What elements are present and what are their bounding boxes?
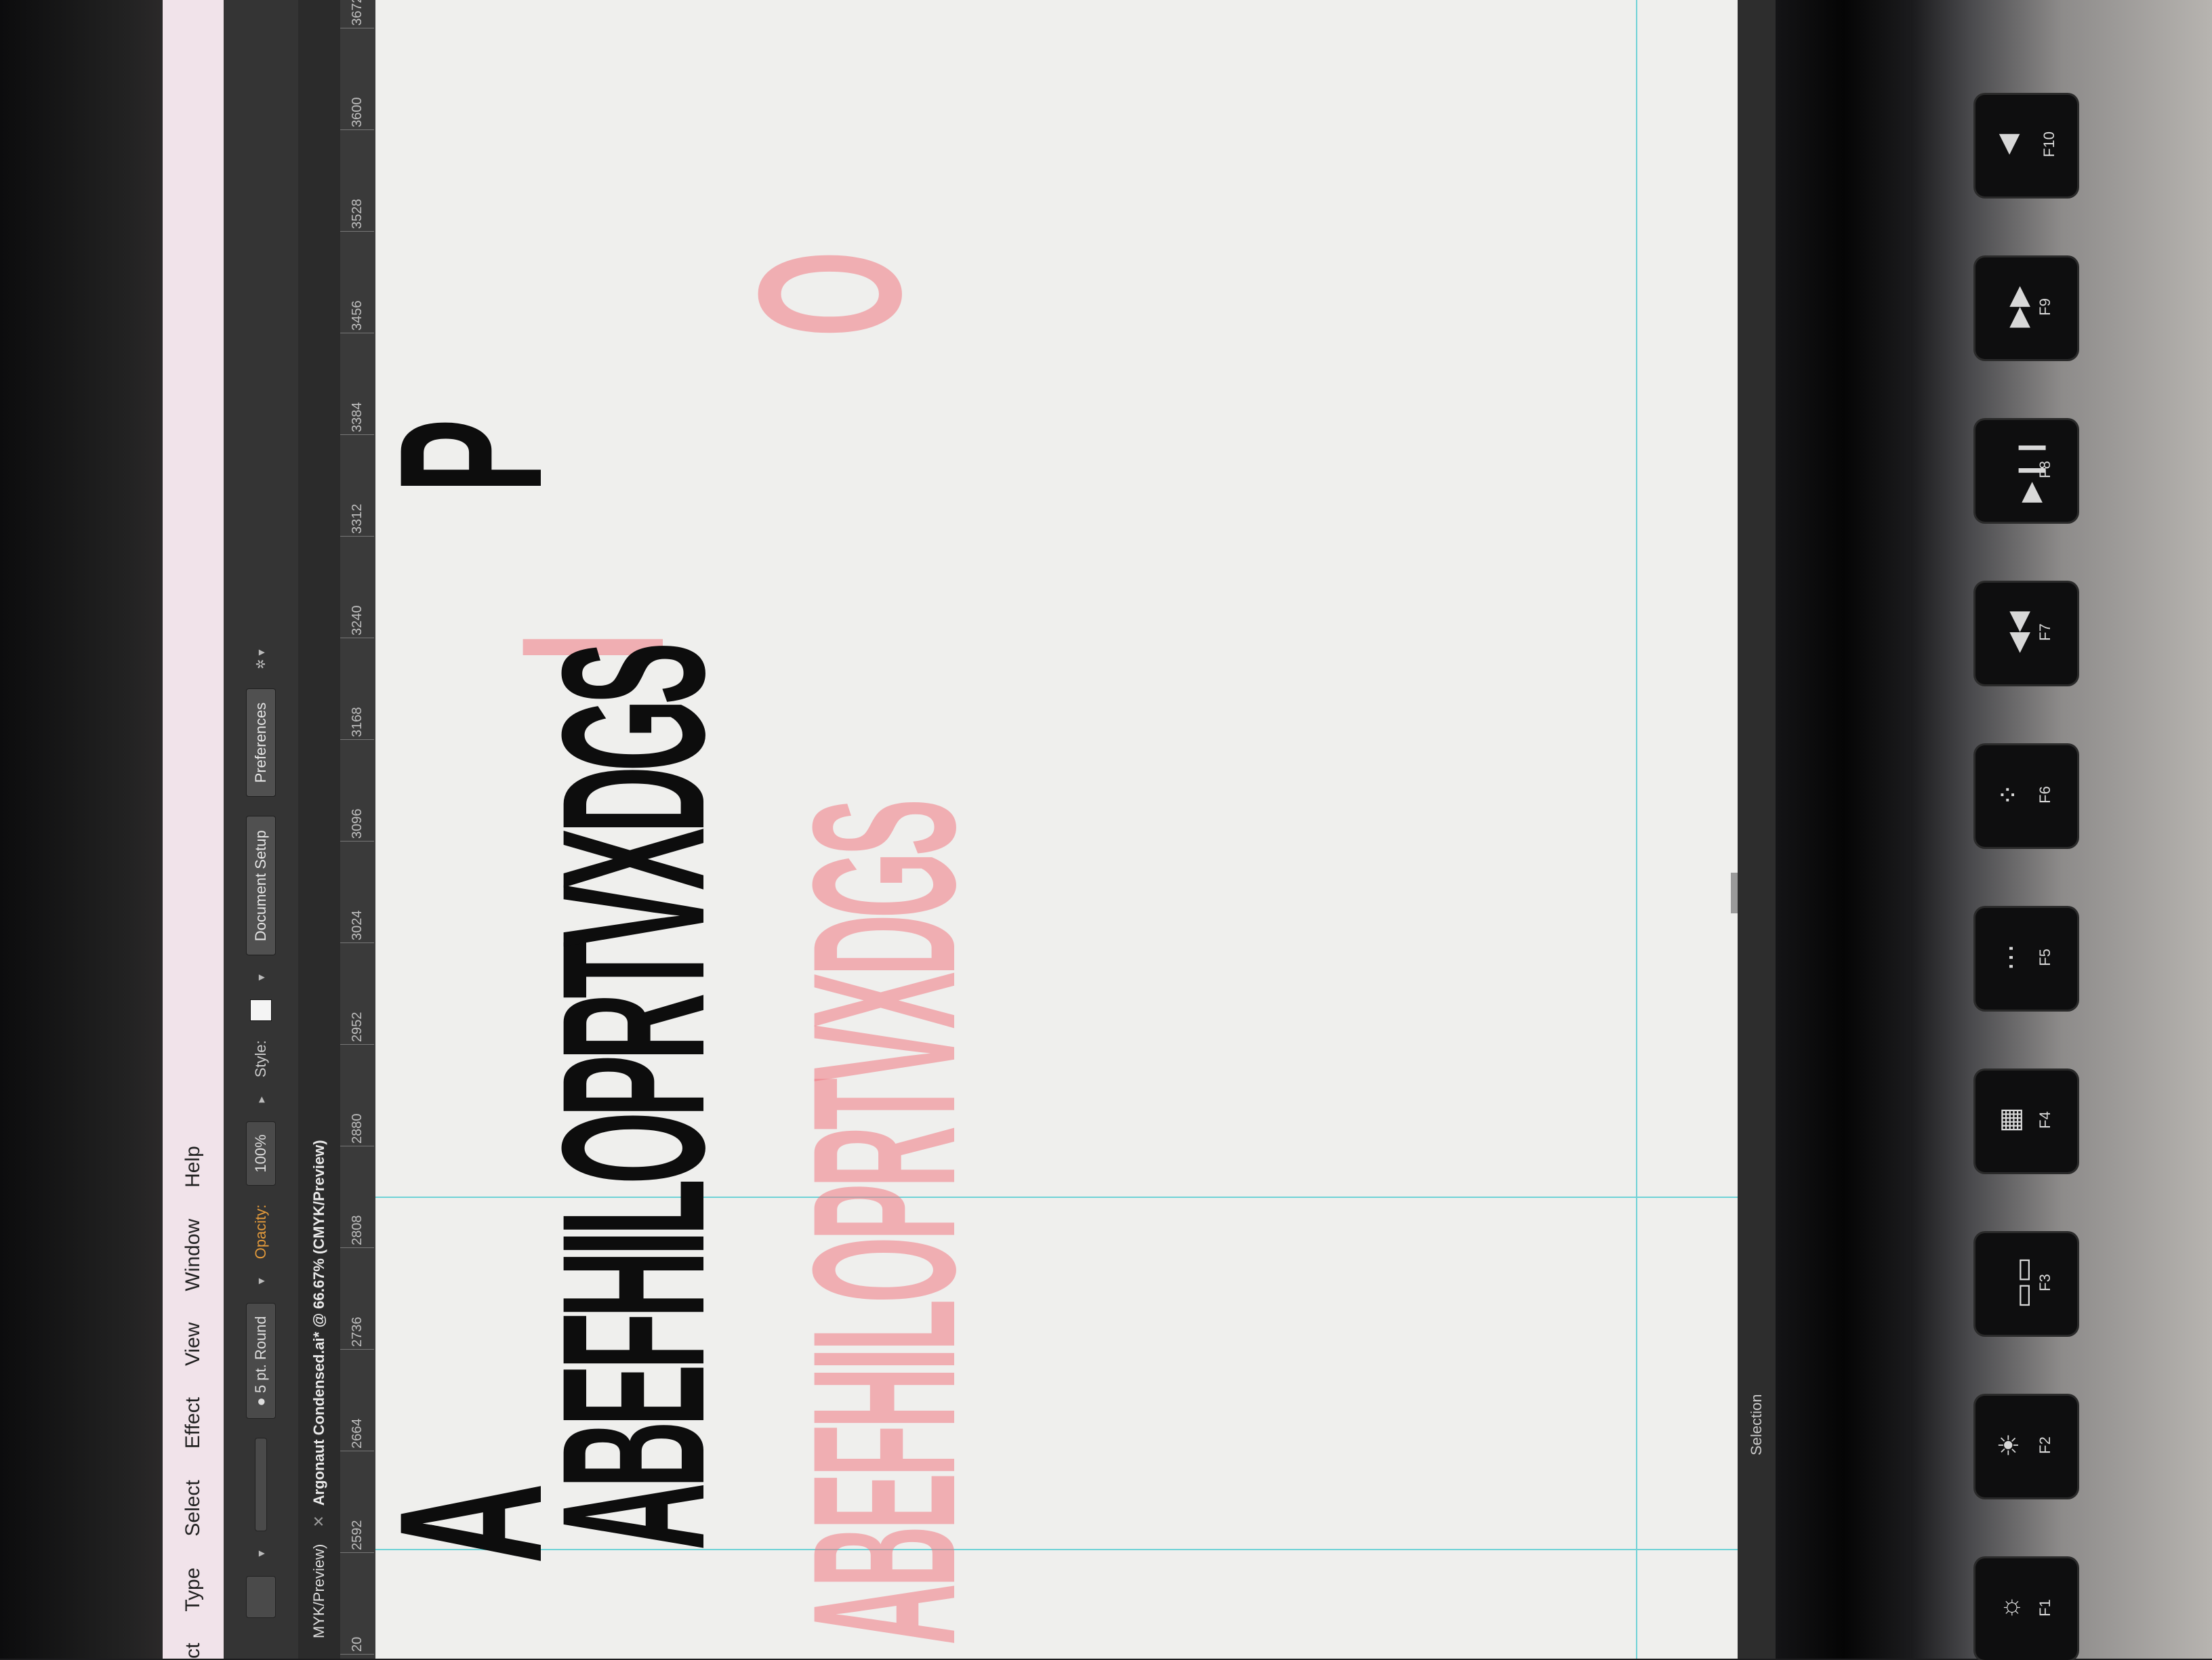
glyph-alphabet-row[interactable]: ABEFHILOPRTVXDGS [519,648,747,1550]
ruler-tick: 2952 [350,1012,365,1043]
menu-effect[interactable]: Effect [182,1397,205,1449]
dropdown-arrow-icon[interactable]: ▾ [254,974,268,980]
function-key-f2[interactable]: ☀ F2 [1975,1396,2077,1497]
variable-width-field[interactable] [255,1438,267,1532]
menu-select-partial[interactable]: ct [182,1643,205,1659]
key-symbol-icon: ☼ [1994,1595,2024,1620]
control-bar: ▾ ● 5 pt. Round ▾ Opacity: 100% ▸ Style:… [224,0,298,1659]
document-title: Argonaut Condensed.ai* @ 66.67% (CMYK/Pr… [310,1140,327,1506]
artboard-canvas[interactable]: ABEFHILOPRTVXDGS I O A P ABEFHILOPRTVXDG… [356,0,1744,1659]
document-tab-bar: MYK/Preview) ✕ Argonaut Condensed.ai* @ … [298,0,340,1659]
dropdown-arrow-icon[interactable]: ▾ [254,1278,268,1284]
ruler-tick: 3024 [350,910,365,941]
brush-profile-label: 5 pt. Round [252,1316,269,1394]
key-symbol-icon: ⋯ [1996,944,2026,971]
function-key-f10[interactable]: ◀ F10 [1975,95,2077,196]
function-key-f6[interactable]: ⁘ F6 [1975,745,2077,847]
menu-view[interactable]: View [182,1323,205,1366]
key-symbol-icon: ▭▭ [2007,1257,2038,1308]
pink-glyph-overlay[interactable]: ABEFHILOPRTVXDGS [770,803,998,1645]
opacity-field[interactable]: 100% [246,1121,276,1186]
key-label: F8 [2036,461,2053,478]
style-label: Style: [252,1040,269,1078]
ruler-tick: 2880 [350,1113,365,1144]
key-symbol-icon: ⁘ [1993,783,2024,806]
menu-help[interactable]: Help [182,1146,205,1188]
chevron-right-icon[interactable]: ▸ [254,1096,268,1102]
ruler-tick: 3240 [350,605,365,636]
ruler-tick: 3456 [350,300,365,331]
key-label: F1 [2036,1599,2053,1617]
opacity-label[interactable]: Opacity: [252,1205,270,1260]
key-label: F4 [2036,1111,2053,1129]
brush-profile-select[interactable]: ● 5 pt. Round [246,1303,276,1419]
illustrator-screen: ct Type Select Effect View Window Help ▾… [163,0,1776,1659]
guide-line[interactable] [1636,0,1637,1659]
key-symbol-icon: ◀◀ [2003,611,2033,653]
function-key-f9[interactable]: ▶▶ F9 [1975,257,2077,359]
ruler-tick: 20 [350,1636,365,1652]
preferences-button[interactable]: Preferences [246,688,276,797]
glyph-p-specimen[interactable]: P [356,419,584,493]
close-icon[interactable]: ✕ [310,1515,328,1527]
function-key-f4[interactable]: ▦ F4 [1975,1071,2077,1172]
ruler-tick: 3600 [350,97,365,128]
function-key-f8[interactable]: ▶❙❙ F8 [1975,420,2077,522]
key-label: F6 [2036,786,2053,804]
document-setup-button[interactable]: Document Setup [246,816,276,956]
menu-window[interactable]: Window [182,1219,205,1291]
laptop-bezel-right [1776,0,1911,1659]
function-key-f7[interactable]: ◀◀ F7 [1975,583,2077,684]
ruler-tick: 2736 [350,1316,365,1348]
key-symbol-icon: ▶▶ [2003,286,2033,328]
menu-bar: ct Type Select Effect View Window Help [163,0,224,1659]
key-symbol-icon: ◀ [1992,133,2023,155]
stroke-weight-field[interactable] [246,1575,276,1618]
ruler-tick: 3168 [350,707,365,738]
keyboard: ☼ F1 ☀ F2 ▭▭ F3 ▦ F4 ⋯ F5 ⁘ F6 ◀◀ F7 ▶❙❙ F8 ▶▶ F9 ◀ F10 [1911,0,2212,1660]
document-tab-active[interactable]: ✕ Argonaut Condensed.ai* @ 66.67% (CMYK/… [310,1140,328,1527]
function-key-f3[interactable]: ▭▭ F3 [1975,1233,2077,1335]
key-label: F10 [2040,131,2057,157]
function-key-f1[interactable]: ☼ F1 [1975,1558,2077,1660]
horizontal-ruler[interactable]: 20 2592 2664 2736 2808 2880 2952 3024 3096 3168 32… [340,0,375,1659]
menu-type[interactable]: Type [182,1568,205,1612]
key-label: F9 [2036,298,2053,316]
ruler-tick: 3528 [350,199,365,230]
key-symbol-icon: ☀ [1994,1433,2024,1457]
dropdown-arrow-icon[interactable]: ▾ [254,1551,268,1557]
graphic-style-swatch[interactable] [250,999,272,1022]
key-label: F7 [2036,623,2053,641]
tab-label: MYK/Preview) [310,1543,327,1638]
key-label: F3 [2036,1274,2053,1291]
key-symbol-icon: ▦ [1994,1107,2025,1133]
menu-select[interactable]: Select [182,1480,205,1536]
ruler-tick: 3672 [350,0,365,26]
pink-glyph-o[interactable]: O [716,251,943,337]
status-bar: Selection [1738,0,1776,1659]
ruler-tick: 3312 [350,503,365,535]
current-tool-label: Selection [1748,1394,1765,1455]
function-key-f5[interactable]: ⋯ F5 [1975,908,2077,1010]
key-label: F5 [2036,949,2053,966]
ruler-tick: 2808 [350,1215,365,1246]
arrange-icon[interactable]: ✲ ▾ [254,650,268,669]
ruler-tick: 3096 [350,808,365,839]
key-label: F2 [2036,1436,2053,1454]
document-tab-previous[interactable]: MYK/Preview) [310,1544,328,1638]
ruler-tick: 2664 [350,1418,365,1449]
